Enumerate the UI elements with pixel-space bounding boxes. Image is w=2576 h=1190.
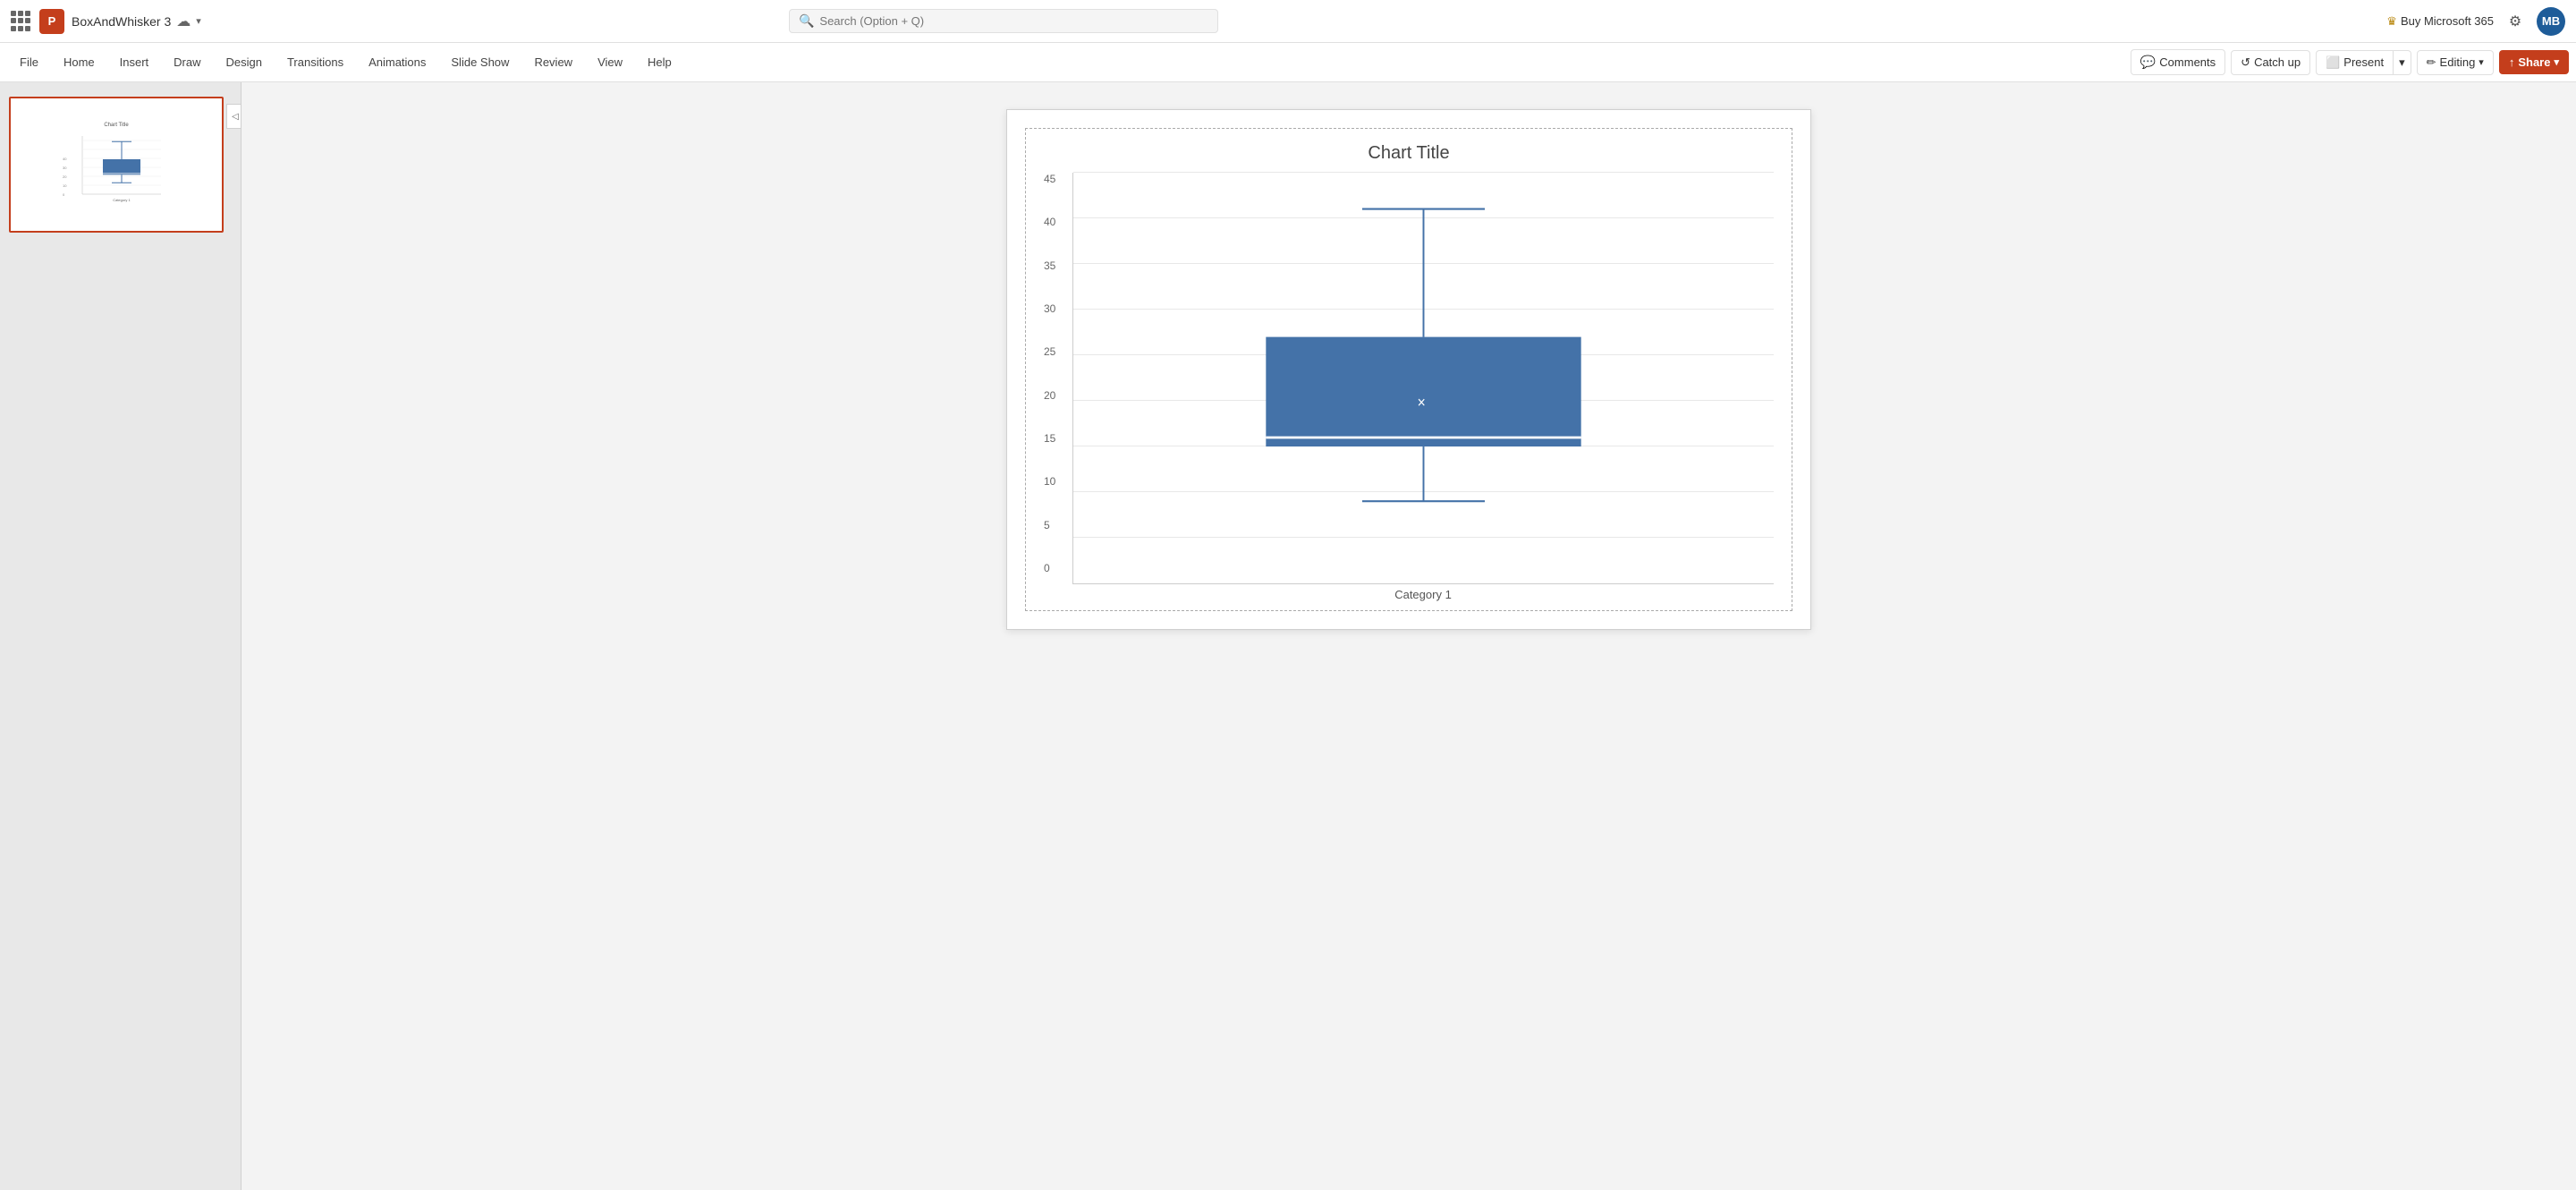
editing-dropdown-icon: ▾ [2479, 56, 2484, 68]
svg-text:20: 20 [63, 174, 67, 179]
tab-review[interactable]: Review [521, 48, 585, 76]
tab-design[interactable]: Design [214, 48, 275, 76]
catch-up-button[interactable]: ↺ Catch up [2231, 50, 2310, 75]
tab-animations[interactable]: Animations [356, 48, 438, 76]
svg-text:×: × [1418, 395, 1426, 412]
present-dropdown[interactable]: ▾ [2393, 50, 2411, 75]
slide-thumb-container: 1 Chart Title [9, 97, 232, 233]
catchup-icon: ↺ [2241, 55, 2250, 70]
chart-title: Chart Title [1044, 143, 1774, 164]
main-content: 1 Chart Title [0, 82, 2576, 1190]
share-dropdown-icon: ▾ [2554, 56, 2559, 68]
title-bar-right: ♛ Buy Microsoft 365 ⚙ MB [2386, 7, 2565, 36]
slide-thumbnail[interactable]: Chart Title 0 10 [9, 97, 224, 233]
y-label-35: 35 [1044, 259, 1063, 272]
slide-canvas[interactable]: Chart Title 0 5 10 15 20 25 30 35 40 45 [1006, 109, 1811, 630]
crown-icon: ♛ [2386, 14, 2397, 29]
share-button[interactable]: ↑ Share ▾ [2499, 50, 2569, 74]
svg-text:0: 0 [63, 192, 65, 197]
collapse-panel-button[interactable]: ◁ [226, 104, 242, 129]
cloud-icon: ☁ [176, 13, 191, 30]
document-title: BoxAndWhisker 3 ☁ ▾ [72, 13, 201, 30]
share-icon: ↑ [2509, 55, 2515, 69]
buy-microsoft-365-button[interactable]: ♛ Buy Microsoft 365 [2386, 14, 2494, 29]
svg-text:Category 1: Category 1 [113, 198, 131, 202]
tab-insert[interactable]: Insert [107, 48, 162, 76]
box-whisker-svg: × [1073, 173, 1774, 583]
search-bar[interactable]: 🔍 [789, 9, 1218, 33]
svg-text:40: 40 [63, 157, 67, 161]
thumb-chart-svg: 0 10 20 30 40 [63, 132, 170, 208]
chart-container[interactable]: Chart Title 0 5 10 15 20 25 30 35 40 45 [1025, 128, 1792, 611]
svg-text:30: 30 [63, 166, 67, 170]
present-icon: ⬜ [2326, 55, 2340, 70]
y-axis: 0 5 10 15 20 25 30 35 40 45 [1044, 173, 1072, 601]
editing-button[interactable]: ✏ Editing ▾ [2417, 50, 2494, 75]
settings-button[interactable]: ⚙ [2503, 9, 2528, 34]
editing-icon: ✏ [2427, 55, 2436, 70]
y-label-5: 5 [1044, 519, 1063, 531]
thumb-chart-title: Chart Title [104, 123, 128, 128]
search-input[interactable] [819, 14, 1208, 28]
slide-panel: 1 Chart Title [0, 82, 242, 1190]
comments-icon: 💬 [2140, 55, 2156, 70]
ribbon-right: 💬 Comments ↺ Catch up ⬜ Present ▾ ✏ Edit… [2131, 49, 2569, 75]
title-bar: P BoxAndWhisker 3 ☁ ▾ 🔍 ♛ Buy Microsoft … [0, 0, 2576, 43]
y-label-25: 25 [1044, 345, 1063, 358]
svg-text:10: 10 [63, 183, 67, 188]
tab-transitions[interactable]: Transitions [275, 48, 356, 76]
tab-help[interactable]: Help [635, 48, 684, 76]
x-axis-label: Category 1 [1072, 588, 1774, 601]
search-icon: 🔍 [799, 13, 814, 29]
present-button[interactable]: ⬜ Present [2316, 50, 2393, 75]
y-label-10: 10 [1044, 475, 1063, 488]
comments-button[interactable]: 💬 Comments [2131, 49, 2225, 75]
chart-body: 0 5 10 15 20 25 30 35 40 45 [1044, 173, 1774, 601]
y-label-45: 45 [1044, 173, 1063, 185]
tab-file[interactable]: File [7, 48, 51, 76]
ribbon: File Home Insert Draw Design Transitions… [0, 43, 2576, 82]
powerpoint-logo: P [39, 9, 64, 34]
version-dropdown-icon[interactable]: ▾ [196, 15, 201, 27]
tab-draw[interactable]: Draw [161, 48, 213, 76]
tab-slide-show[interactable]: Slide Show [438, 48, 521, 76]
y-label-0: 0 [1044, 562, 1063, 574]
waffle-menu[interactable] [11, 11, 32, 32]
y-label-40: 40 [1044, 216, 1063, 228]
y-label-15: 15 [1044, 432, 1063, 445]
present-group: ⬜ Present ▾ [2316, 50, 2411, 75]
y-label-30: 30 [1044, 302, 1063, 315]
tab-view[interactable]: View [585, 48, 635, 76]
editor-area[interactable]: Chart Title 0 5 10 15 20 25 30 35 40 45 [242, 82, 2576, 1190]
chart-plot-area: × [1072, 173, 1774, 584]
tab-home[interactable]: Home [51, 48, 107, 76]
y-label-20: 20 [1044, 389, 1063, 402]
avatar[interactable]: MB [2537, 7, 2565, 36]
